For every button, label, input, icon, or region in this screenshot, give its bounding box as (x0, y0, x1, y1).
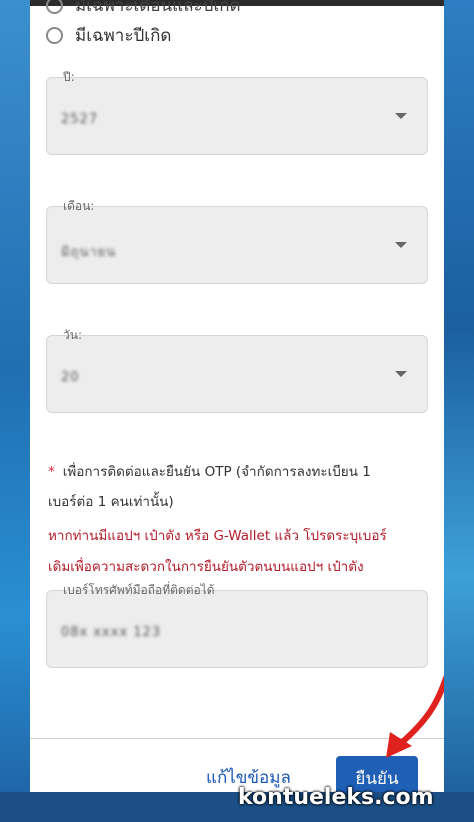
wallet-note-line2: เดิมเพื่อความสะดวกในการยืนยันตัวตนบนแอปฯ… (48, 559, 364, 575)
month-select[interactable]: เดือน: มิถุนายน (46, 199, 428, 284)
background-left (0, 0, 30, 822)
day-value: 20 (61, 370, 80, 385)
year-label: ปี: (63, 70, 75, 84)
day-select[interactable]: วัน: 20 (46, 328, 428, 413)
radio-month-year[interactable]: มีเฉพาะเดือนและปีเกิด (46, 0, 241, 19)
phone-value: 08x xxxx 123 (61, 625, 162, 640)
phone-input[interactable]: เบอร์โทรศัพท์มือถือที่ติดต่อได้ 08x xxxx… (46, 583, 428, 668)
day-label: วัน: (63, 328, 82, 342)
radio-circle[interactable] (46, 0, 63, 14)
chevron-down-icon[interactable] (395, 371, 407, 377)
otp-note-text1: เพื่อการติดต่อและยืนยัน OTP (จำกัดการลงท… (62, 464, 371, 480)
radio-year-only[interactable]: มีเฉพาะปีเกิด (46, 22, 171, 49)
month-label: เดือน: (63, 199, 95, 213)
background-right (444, 0, 474, 822)
wallet-note-line1: หากท่านมีแอปฯ เป๋าตัง หรือ G-Wallet แล้ว… (48, 528, 387, 544)
registration-sheet: มีเฉพาะเดือนและปีเกิด มีเฉพาะปีเกิด ปี: … (30, 0, 444, 792)
month-value: มิถุนายน (61, 245, 117, 260)
chevron-down-icon[interactable] (395, 113, 407, 119)
otp-note-line1: * เพื่อการติดต่อและยืนยัน OTP (จำกัดการลง… (48, 460, 371, 484)
year-value: 2527 (61, 112, 99, 127)
required-asterisk: * (48, 464, 55, 480)
otp-note-line2: เบอร์ต่อ 1 คนเท่านั้น) (48, 494, 174, 510)
radio-label-year-only: มีเฉพาะปีเกิด (75, 26, 172, 46)
watermark-text: kontueleks.com (238, 785, 434, 810)
year-select[interactable]: ปี: 2527 (46, 70, 428, 155)
radio-label-month-year: มีเฉพาะเดือนและปีเกิด (75, 0, 241, 16)
phone-label: เบอร์โทรศัพท์มือถือที่ติดต่อได้ (63, 583, 215, 597)
chevron-down-icon[interactable] (395, 242, 407, 248)
red-arrow-icon (386, 675, 444, 758)
radio-circle[interactable] (46, 27, 63, 44)
